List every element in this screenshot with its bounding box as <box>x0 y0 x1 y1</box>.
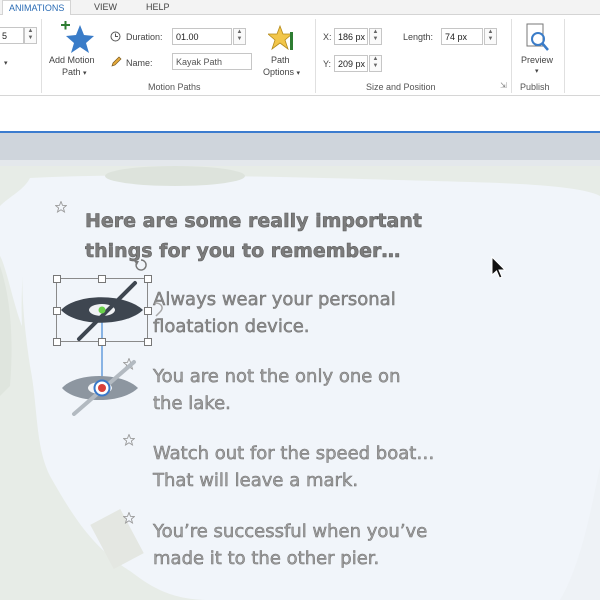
duration-input[interactable]: 01.00 <box>172 28 232 45</box>
resize-handle[interactable] <box>144 338 152 346</box>
length-spinner[interactable]: ▲ ▼ <box>484 28 497 45</box>
duration-label: Duration: <box>126 32 163 42</box>
x-label: X: <box>323 32 332 42</box>
x-spinner[interactable]: ▲ ▼ <box>369 28 382 45</box>
preview-label: Preview <box>521 55 554 65</box>
resize-handle[interactable] <box>144 307 152 315</box>
path-options-label2: Options <box>263 67 295 77</box>
add-motion-path-label1: Add Motion <box>49 55 95 65</box>
resize-handle[interactable] <box>98 275 106 283</box>
path-options-button[interactable]: Path Options ▾ <box>258 21 310 79</box>
tab-help[interactable]: HELP <box>140 0 176 14</box>
resize-handle[interactable] <box>98 338 106 346</box>
bullet-4-line1: You’re successful when you’ve <box>153 521 428 543</box>
duration-spinner[interactable]: ▲ ▼ <box>233 28 246 45</box>
dropdown-arrow-icon: ▾ <box>296 70 301 77</box>
star-path-icon <box>268 24 294 51</box>
bullet-2-line1: You are not the only one on <box>153 366 401 388</box>
bullet-3-line2: That will leave a mark. <box>153 470 359 492</box>
separator <box>41 19 42 93</box>
bullet-1-line2: floatation device. <box>153 316 310 338</box>
add-motion-path-button[interactable]: Add Motion Path ▾ <box>44 21 108 79</box>
dialog-launcher-icon[interactable]: ⇲ <box>500 81 507 90</box>
separator <box>511 19 512 93</box>
dropdown-arrow-icon: ▾ <box>83 70 87 77</box>
add-motion-path-label2: Path <box>62 67 81 77</box>
y-label: Y: <box>323 59 332 69</box>
workspace-header-band <box>0 133 600 160</box>
resize-handle[interactable] <box>53 338 61 346</box>
star-plus-icon <box>61 21 94 53</box>
slide-title-line1: Here are some really important <box>85 210 422 233</box>
motion-paths-group-label: Motion Paths <box>148 82 201 92</box>
size-position-group-label: Size and Position <box>366 82 436 92</box>
ribbon-empty-area <box>0 96 600 132</box>
ribbon-tab-bar: ANIMATIONS VIEW HELP <box>0 0 600 16</box>
ribbon: 5 ▲ ▼ ▾ Add Motion Path ▾ Duration: 01.00… <box>0 15 600 96</box>
preview-button[interactable]: Preview ▾ <box>516 21 560 79</box>
slide-canvas[interactable]: Here are some really important things fo… <box>0 166 600 600</box>
resize-handle[interactable] <box>144 275 152 283</box>
bullet-4-line2: made it to the other pier. <box>153 548 380 570</box>
slide-title-line2: things for you to remember… <box>85 240 401 263</box>
x-input[interactable]: 186 px <box>334 28 368 45</box>
add-motion-path-label2-wrap: Path ▾ <box>62 67 87 77</box>
resize-handle[interactable] <box>53 307 61 315</box>
dropdown-arrow-icon: ▾ <box>535 68 539 75</box>
left-dropdown-arrow-icon[interactable]: ▾ <box>4 59 8 67</box>
animation-star-icon[interactable] <box>123 512 135 524</box>
y-input[interactable]: 209 px <box>334 55 368 72</box>
resize-handle[interactable] <box>53 275 61 283</box>
path-options-label2-wrap: Options ▾ <box>263 67 300 77</box>
left-spinner-arrows[interactable]: ▲ ▼ <box>24 27 37 44</box>
bullet-1-line1: Always wear your personal <box>153 289 396 311</box>
publish-group-label: Publish <box>520 82 550 92</box>
left-spinner-input[interactable]: 5 <box>0 27 24 44</box>
pencil-icon <box>111 56 122 67</box>
tab-view[interactable]: VIEW <box>88 0 123 14</box>
length-input[interactable]: 74 px <box>441 28 483 45</box>
name-label: Name: <box>126 58 153 68</box>
separator <box>315 19 316 93</box>
animation-star-icon[interactable] <box>123 434 135 446</box>
rotate-handle-icon[interactable] <box>134 258 148 272</box>
kayak-icon[interactable] <box>57 279 147 341</box>
length-label: Length: <box>403 32 434 42</box>
mouse-cursor-icon <box>491 256 507 279</box>
kayak-ghost-icon <box>62 360 138 416</box>
preview-magnifier-icon <box>526 23 549 51</box>
separator <box>564 19 565 93</box>
animation-star-icon[interactable] <box>55 201 67 213</box>
bullet-3-line1: Watch out for the speed boat… <box>153 443 435 465</box>
y-spinner[interactable]: ▲ ▼ <box>369 55 382 72</box>
clock-icon <box>110 31 121 42</box>
tab-animations[interactable]: ANIMATIONS <box>2 0 72 16</box>
path-options-label1: Path <box>271 55 290 65</box>
name-input[interactable]: Kayak Path <box>172 53 252 70</box>
bullet-2-line2: the lake. <box>153 393 231 415</box>
path-link-icon <box>154 302 163 317</box>
